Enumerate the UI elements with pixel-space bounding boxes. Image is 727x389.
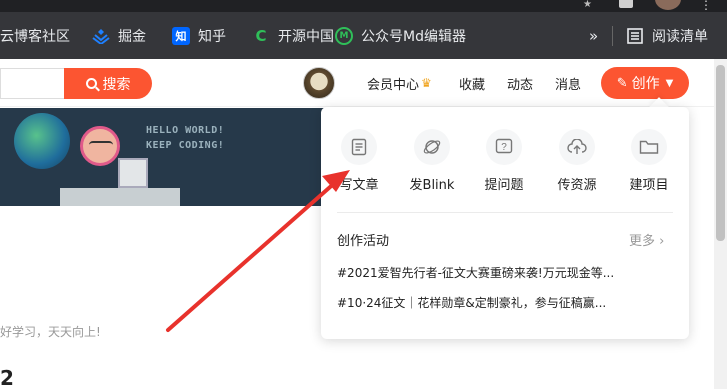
upload-resource-label: 传资源 [557,178,597,193]
star-icon[interactable]: ★ [583,0,592,12]
ask-question-label: 提问题 [484,178,524,193]
bookmarks-overflow-button[interactable]: » [589,12,598,59]
write-article-button[interactable]: 写文章 [324,129,394,193]
profile-tagline: 好学习，天天向上! [0,325,101,339]
bookmarks-divider [612,26,613,46]
nav-favorites[interactable]: 收藏 [459,59,485,107]
question-icon: ? [486,129,522,165]
folder-icon [631,129,667,165]
profile-banner: HELLO WORLD! KEEP CODING! [0,108,340,206]
extension-icon[interactable] [619,0,633,8]
post-blink-button[interactable]: 发Blink [397,129,467,193]
bookmark-zhihu[interactable]: 知 知乎 [172,12,226,59]
more-link[interactable]: 更多 › [629,230,664,249]
page-scrollbar[interactable] [714,59,727,389]
write-article-label: 写文章 [339,178,379,193]
activity-link[interactable]: #10·24征文｜花样勋章&定制豪礼，参与征稿赢... [337,294,649,311]
dropdown-divider [337,212,673,213]
profile-number: 2 [0,366,14,389]
more-menu-icon[interactable]: ⋮ [700,0,713,12]
bookmark-label: 云博客社区 [0,28,70,45]
desk-illustration [60,188,180,206]
browser-titlebar: ★ ⋮ [0,0,727,12]
bookmark-label: 开源中国 [278,28,334,45]
nav-vip-center[interactable]: 会员中心 ♛ [367,59,432,107]
reading-list-icon [626,27,644,45]
juejin-icon [92,27,110,45]
create-button[interactable]: ✎ 创作 ▼ [601,67,689,99]
bookmark-cloud-blog[interactable]: 云博客社区 [0,12,70,59]
planet-icon [414,129,450,165]
reading-list-button[interactable]: 阅读清单 [626,12,708,59]
globe-illustration [14,113,70,169]
bookmark-label: 公众号Md编辑器 [361,28,466,45]
bookmark-oschina[interactable]: C 开源中国 [252,12,334,59]
cloud-upload-icon [559,129,595,165]
bookmarks-bar: 云博客社区 掘金 知 知乎 C 开源中国 M 公众号Md编辑器 » 阅读清单 [0,12,727,59]
oschina-icon: C [252,26,270,45]
creation-activities-title: 创作活动 [337,234,390,249]
profile-avatar[interactable] [655,0,681,10]
banner-line-1: HELLO WORLD! [146,125,225,136]
ask-question-button[interactable]: ? 提问题 [469,129,539,193]
scrollbar-thumb[interactable] [716,65,725,241]
pen-icon: ✎ [616,75,628,91]
nav-activity[interactable]: 动态 [507,59,533,107]
search-icon [85,78,97,89]
banner-line-2: KEEP CODING! [146,140,225,151]
create-dropdown: 写文章 发Blink ? 提问题 传资源 建项目 创作活动 更多 › #2021… [321,107,689,339]
crown-icon: ♛ [421,76,432,90]
md-editor-icon: M [335,26,353,45]
site-header: 搜索 会员中心 ♛ 收藏 动态 消息 ✎ 创作 ▼ [0,59,714,107]
upload-resource-button[interactable]: 传资源 [542,129,612,193]
search-input[interactable] [0,68,64,99]
activity-link[interactable]: #2021爱智先行者-征文大赛重磅来袭!万元现金等... [337,264,649,281]
create-button-label: 创作 [631,76,660,92]
search-button[interactable]: 搜索 [64,68,152,99]
zhihu-icon: 知 [172,26,190,45]
bookmark-md-editor[interactable]: M 公众号Md编辑器 [335,12,466,59]
bookmark-label: 掘金 [118,28,146,45]
post-blink-label: 发Blink [409,178,455,193]
avatar[interactable] [303,67,335,99]
svg-text:?: ? [501,142,507,153]
banner-text: HELLO WORLD! KEEP CODING! [146,123,224,153]
coder-illustration [80,126,120,166]
create-project-button[interactable]: 建项目 [614,129,684,193]
more-label: 更多 [629,234,656,249]
bookmark-label: 知乎 [198,28,226,45]
search-button-label: 搜索 [102,76,131,93]
create-project-label: 建项目 [629,178,669,193]
bookmark-juejin[interactable]: 掘金 [92,12,146,59]
reading-list-label: 阅读清单 [652,28,708,45]
nav-messages[interactable]: 消息 [555,59,581,107]
document-icon [341,129,377,165]
computer-illustration [118,158,148,188]
caret-down-icon: ▼ [665,77,674,89]
chevron-right-icon: › [659,234,665,249]
nav-vip-label: 会员中心 [367,77,420,93]
